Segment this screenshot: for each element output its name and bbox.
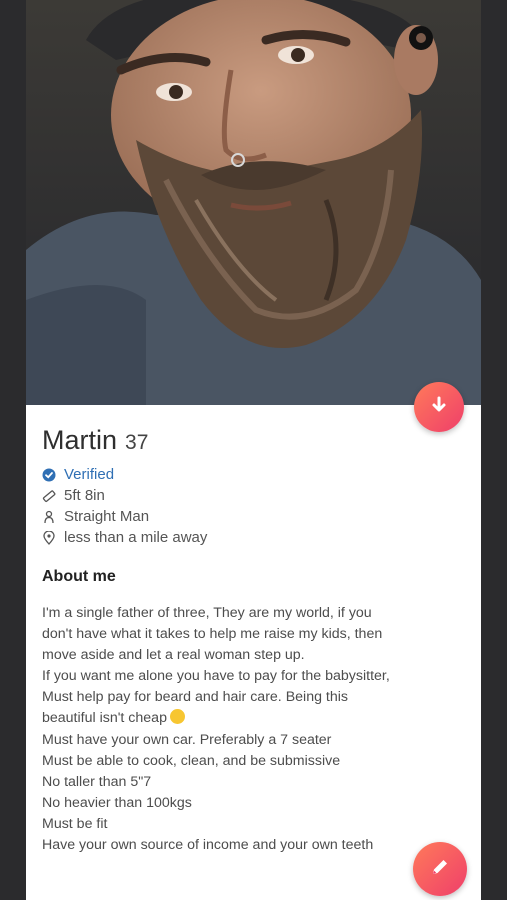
about-line: beautiful isn't cheap [42, 710, 167, 727]
about-line: move aside and let a real woman step up. [42, 647, 305, 664]
pencil-icon [429, 856, 451, 883]
check-badge-icon [42, 468, 56, 482]
orientation-label: Straight Man [64, 508, 150, 525]
about-me-heading: About me [42, 568, 116, 585]
about-me-text: I'm a single father of three, They are m… [42, 603, 472, 856]
orientation-row: Straight Man [42, 506, 462, 527]
ruler-icon [42, 489, 56, 503]
about-line: Must be fit [42, 815, 108, 832]
height-label: 5ft 8in [64, 487, 105, 504]
about-line: I'm a single father of three, They are m… [42, 605, 372, 621]
about-line: Must help pay for beard and hair care. B… [42, 689, 348, 706]
location-pin-icon [42, 530, 56, 545]
about-line: Have your own source of income and your … [42, 837, 374, 854]
profile-info: Martin 37 Verified 5ft 8in Straight Man … [42, 425, 462, 548]
about-line: No heavier than 100kgs [42, 794, 192, 811]
distance-row: less than a mile away [42, 527, 462, 548]
about-line: don't have what it takes to help me rais… [42, 626, 383, 643]
person-icon [42, 510, 56, 524]
about-line: If you want me alone you have to pay for… [42, 668, 390, 685]
about-line: No taller than 5"7 [42, 773, 152, 790]
profile-card: Martin 37 Verified 5ft 8in Straight Man … [26, 0, 481, 900]
edit-profile-button[interactable] [413, 842, 467, 896]
arrow-down-icon [430, 396, 448, 419]
profile-age: 37 [125, 431, 149, 454]
smirk-emoji-icon [169, 709, 185, 725]
name-row: Martin 37 [42, 425, 462, 456]
about-line-with-emoji: beautiful isn't cheap [42, 708, 472, 729]
about-line: Must have your own car. Preferably a 7 s… [42, 731, 332, 748]
verified-label: Verified [64, 466, 115, 483]
profile-meta: Verified 5ft 8in Straight Man less than … [42, 464, 462, 548]
about-line: Must be able to cook, clean, and be subm… [42, 752, 341, 769]
verified-row: Verified [42, 464, 462, 485]
profile-photo[interactable] [26, 0, 481, 405]
profile-name: Martin [42, 425, 118, 455]
distance-label: less than a mile away [64, 529, 208, 546]
height-row: 5ft 8in [42, 485, 462, 506]
